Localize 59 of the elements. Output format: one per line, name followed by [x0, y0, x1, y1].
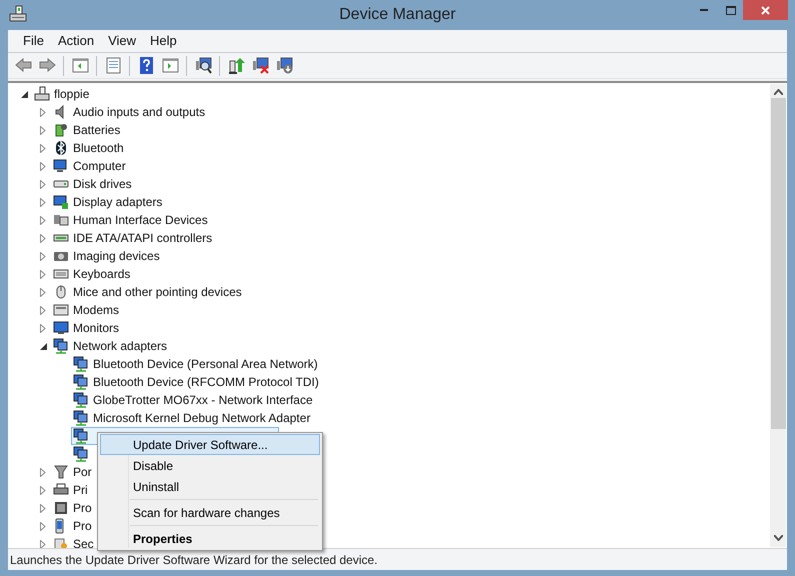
close-button[interactable] [743, 0, 788, 20]
tree-item[interactable]: Computer [73, 157, 126, 175]
tree-item[interactable]: Pri [73, 481, 88, 499]
context-menu-item[interactable]: Properties [100, 528, 320, 549]
tree-item[interactable]: Network adapters [73, 337, 168, 355]
tree-item[interactable]: Disk drives [73, 175, 132, 193]
scroll-up-icon[interactable] [774, 89, 782, 95]
bluetooth-icon [53, 140, 69, 156]
processor-icon [53, 500, 69, 516]
network-icon [53, 338, 69, 354]
modem-icon [53, 302, 69, 318]
scroll-down-icon[interactable] [774, 535, 782, 541]
tree-item-row[interactable]: GlobeTrotter MO67xx - Network Interface [71, 391, 316, 409]
network-icon [73, 428, 89, 444]
tree-item[interactable]: Mice and other pointing devices [73, 283, 242, 301]
context-menu-item[interactable]: Uninstall [100, 476, 320, 497]
tree-item[interactable]: floppie [54, 85, 90, 103]
tree-item[interactable]: IDE ATA/ATAPI controllers [73, 229, 212, 247]
context-menu-item[interactable]: Disable [100, 455, 320, 476]
tree-item[interactable]: Bluetooth [73, 139, 124, 157]
network-icon [73, 410, 89, 426]
monitor-icon [53, 194, 69, 210]
computer-icon [9, 5, 27, 23]
tree-item[interactable]: Sec [73, 535, 94, 548]
tree-item[interactable]: Audio inputs and outputs [73, 103, 206, 121]
scroll-thumb[interactable] [770, 98, 786, 429]
close-icon [761, 6, 770, 14]
tree-item[interactable]: Display adapters [73, 193, 162, 211]
tree-item[interactable]: Imaging devices [73, 247, 160, 265]
maximize-icon [726, 6, 736, 14]
menu-item[interactable]: View [101, 31, 144, 51]
tree-item-row[interactable]: Bluetooth Device (RFCOMM Protocol TDI) [71, 373, 322, 391]
network-icon [73, 392, 89, 408]
battery-icon [53, 122, 69, 138]
tree-item[interactable]: Por [73, 463, 92, 481]
network-icon [73, 446, 89, 462]
computer-icon [34, 86, 50, 102]
minimize-icon [700, 8, 708, 12]
computer-icon [53, 158, 69, 174]
tree-item-row[interactable]: Bluetooth Device (Personal Area Network) [71, 355, 321, 373]
menu-item[interactable]: Action [50, 31, 102, 51]
tree-item[interactable]: Monitors [73, 319, 120, 337]
tree-item[interactable]: Keyboards [73, 265, 130, 283]
menu-item[interactable]: File [16, 31, 51, 51]
tree-item[interactable]: Pro [73, 517, 92, 535]
context-menu-item[interactable]: Scan for hardware changes [100, 502, 320, 523]
window-title: Device Manager [339, 5, 456, 25]
tree-item[interactable]: Pro [73, 499, 92, 517]
device-icon [53, 212, 69, 228]
monitor-icon [53, 320, 69, 336]
tree-item[interactable]: Human Interface Devices [73, 211, 208, 229]
tree-item-row[interactable]: Microsoft Kernel Debug Network Adapter [71, 409, 314, 427]
menu-item[interactable]: Help [143, 31, 184, 51]
network-icon [73, 356, 89, 372]
tree-item[interactable]: Modems [73, 301, 120, 319]
network-icon [73, 374, 89, 390]
context-menu-item[interactable]: Update Driver Software... [100, 434, 320, 455]
scrollbar[interactable] [770, 84, 786, 547]
tree-item[interactable]: Batteries [73, 121, 120, 139]
